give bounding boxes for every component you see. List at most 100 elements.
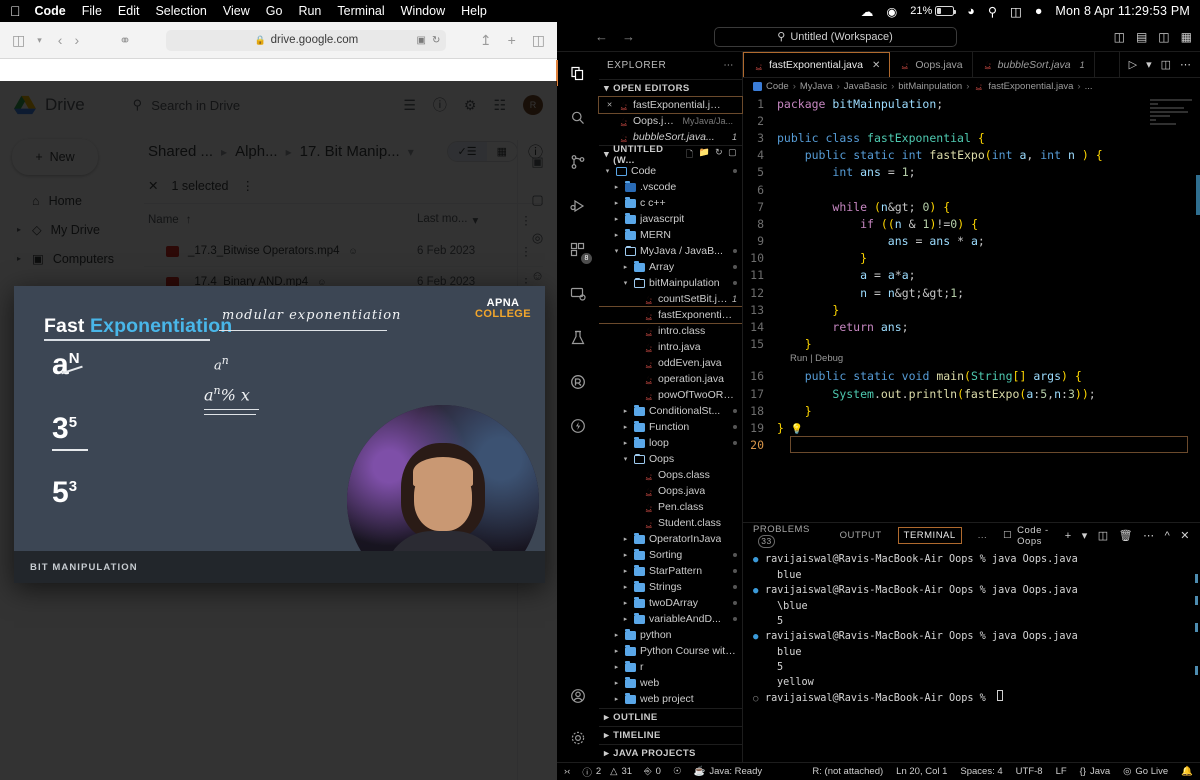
language-mode[interactable]: {} Java xyxy=(1080,766,1110,777)
menu-help[interactable]: Help xyxy=(461,4,487,18)
menu-file[interactable]: File xyxy=(82,4,102,18)
remote-explorer-icon[interactable] xyxy=(566,282,590,306)
close-icon[interactable]: ✕ xyxy=(872,60,880,71)
new-folder-icon[interactable]: 📁 xyxy=(699,147,711,163)
menu-view[interactable]: View xyxy=(223,4,250,18)
tab-output[interactable]: OUTPUT xyxy=(840,530,882,541)
kill-terminal-icon[interactable]: 🗑 xyxy=(1119,529,1133,542)
tree-file-item[interactable]: operation.java xyxy=(599,371,742,387)
chevron-down-icon[interactable]: ▾ xyxy=(408,145,414,159)
workspace-section-header[interactable]: ▾ UNTITLED (W... 🗋 📁 ↻ ▢ xyxy=(599,144,742,166)
outline-section-header[interactable]: ▸ OUTLINE xyxy=(599,708,742,726)
toggle-panel-icon[interactable]: ▤ xyxy=(1136,30,1147,44)
chevron-right-icon[interactable]: ▸ xyxy=(612,663,621,671)
r-status[interactable]: R: (not attached) xyxy=(812,766,883,777)
remote-window-indicator[interactable]: ›‹ xyxy=(564,766,570,777)
close-panel-icon[interactable]: ✕ xyxy=(1180,529,1190,542)
tree-folder-item[interactable]: ▸ r xyxy=(599,659,742,675)
accounts-icon[interactable] xyxy=(566,684,590,708)
tree-folder-item[interactable]: ▸ ConditionalSt... xyxy=(599,403,742,419)
editor-scrollbar[interactable] xyxy=(1196,175,1200,215)
collapse-all-icon[interactable]: ▢ xyxy=(728,147,737,163)
tree-folder-item[interactable]: ▸ Function xyxy=(599,419,742,435)
tree-folder-item[interactable]: ▸ StarPattern xyxy=(599,563,742,579)
breadcrumb-item[interactable]: fastExponential.java xyxy=(988,81,1073,92)
chevron-right-icon[interactable]: ▸ xyxy=(17,225,23,234)
code-editor[interactable]: 1 package bitMainpulation; 2 3 public class … xyxy=(743,95,1200,522)
tree-folder-item[interactable]: ▸ Strings xyxy=(599,579,742,595)
video-player[interactable]: Fast Exponentiation aN 35 53 modular exp… xyxy=(14,286,545,583)
code-line[interactable]: 3 public class fastExponential { xyxy=(743,129,1200,146)
chevron-right-icon[interactable]: ▸ xyxy=(621,615,630,623)
tree-folder-item[interactable]: ▸ MERN xyxy=(599,227,742,243)
translate-icon[interactable]: ▣ xyxy=(417,35,426,46)
code-line[interactable]: 2 xyxy=(743,112,1200,129)
go-live-button[interactable]: ◎ Go Live xyxy=(1123,766,1168,777)
chevron-right-icon[interactable]: ▸ xyxy=(612,183,621,191)
sidebar-icon[interactable]: ◫ xyxy=(12,32,25,49)
minimap[interactable] xyxy=(1150,99,1196,145)
chevron-right-icon[interactable]: ▸ xyxy=(621,567,630,575)
chevron-right-icon[interactable]: ▸ xyxy=(621,263,630,271)
tab-problems[interactable]: PROBLEMS33 xyxy=(753,524,824,548)
explorer-icon[interactable] xyxy=(556,60,590,86)
lightbulb-icon[interactable]: 💡 xyxy=(791,424,803,435)
chevron-right-icon[interactable]: ▸ xyxy=(621,407,630,415)
sidebar-item-my-drive[interactable]: ▸ ◇ My Drive xyxy=(12,215,140,244)
view-toggle[interactable]: ✓☰ ▦ xyxy=(446,141,518,162)
address-bar[interactable]: 🔒 drive.google.com ▣ ↻ xyxy=(166,29,447,51)
chevron-down-icon[interactable]: ▾ xyxy=(473,213,479,227)
new-file-icon[interactable]: 🗋 xyxy=(686,147,694,163)
problems-indicator[interactable]: ⓘ 2 △ 31 xyxy=(582,765,632,779)
chevron-right-icon[interactable]: ▸ xyxy=(612,679,621,687)
breadcrumb-item[interactable]: ... xyxy=(1085,81,1093,92)
new-terminal-icon[interactable]: + xyxy=(1065,530,1072,542)
code-line[interactable]: 6 xyxy=(743,181,1200,198)
tree-folder-item[interactable]: ▾ MyJava / JavaB... xyxy=(599,243,742,259)
eol-setting[interactable]: LF xyxy=(1056,766,1067,777)
tree-file-item[interactable]: Oops.class xyxy=(599,467,742,483)
tree-file-item[interactable]: Student.class xyxy=(599,515,742,531)
run-and-debug-icon[interactable] xyxy=(566,194,590,218)
tree-folder-item[interactable]: ▸ variableAndD... xyxy=(599,611,742,627)
java-status[interactable]: ☕ Java: Ready xyxy=(693,766,762,777)
chevron-right-icon[interactable]: ▸ xyxy=(621,439,630,447)
tasks-icon[interactable]: ◎ xyxy=(532,230,543,246)
tree-folder-item[interactable]: ▸ twoDArray xyxy=(599,595,742,611)
tree-file-item[interactable]: Oops.java xyxy=(599,483,742,499)
more-actions-icon[interactable]: ⋯ xyxy=(723,60,734,71)
extensions-icon[interactable]: 8 xyxy=(566,238,592,264)
help-icon[interactable]: ⓘ xyxy=(433,95,447,115)
tree-folder-item[interactable]: ▾ Oops xyxy=(599,451,742,467)
tab-terminal[interactable]: TERMINAL xyxy=(897,527,962,544)
drive-search-box[interactable]: ⚲ Search in Drive xyxy=(133,97,404,113)
more-actions-icon[interactable]: ⋮ xyxy=(241,178,254,193)
keep-icon[interactable]: ▢ xyxy=(531,192,543,208)
code-line[interactable]: 7 while (n&gt; 0) { xyxy=(743,198,1200,215)
chevron-right-icon[interactable]: ▸ xyxy=(612,231,621,239)
encoding-setting[interactable]: UTF-8 xyxy=(1016,766,1043,777)
menu-code[interactable]: Code xyxy=(35,4,66,18)
tree-file-item[interactable]: intro.class xyxy=(599,323,742,339)
maximize-panel-icon[interactable]: ^ xyxy=(1165,530,1171,542)
tree-file-item[interactable]: oddEven.java xyxy=(599,355,742,371)
code-line[interactable]: 8 if ((n & 1)!=0) { xyxy=(743,215,1200,232)
tree-file-item[interactable]: intro.java xyxy=(599,339,742,355)
chevron-down-icon[interactable]: ▾ xyxy=(1146,58,1152,71)
open-editors-section-header[interactable]: ▾ OPEN EDITORS xyxy=(599,79,742,97)
menu-selection[interactable]: Selection xyxy=(155,4,206,18)
tree-folder-item[interactable]: ▸ c c++ xyxy=(599,195,742,211)
split-editor-icon[interactable]: ◫ xyxy=(1161,58,1171,71)
tree-folder-item[interactable]: ▸ .vscode xyxy=(599,179,742,195)
control-center-icon[interactable]: ◉ xyxy=(886,4,897,19)
tree-folder-item[interactable]: ▸ loop xyxy=(599,435,742,451)
code-line[interactable]: 1 package bitMainpulation; xyxy=(743,95,1200,112)
share-icon[interactable]: ↥ xyxy=(480,32,492,49)
tree-folder-item[interactable]: ▸ python xyxy=(599,627,742,643)
editor-tab[interactable]: Oops.java xyxy=(890,52,973,77)
chevron-down-icon[interactable]: ▾ xyxy=(612,247,621,255)
more-actions-icon[interactable]: ⋯ xyxy=(1143,529,1155,542)
tree-folder-item[interactable]: ▸ OperatorInJava xyxy=(599,531,742,547)
bell-icon[interactable]: 🔔 xyxy=(1181,766,1193,777)
quick-open-input[interactable]: ⚲ Untitled (Workspace) xyxy=(713,26,957,47)
